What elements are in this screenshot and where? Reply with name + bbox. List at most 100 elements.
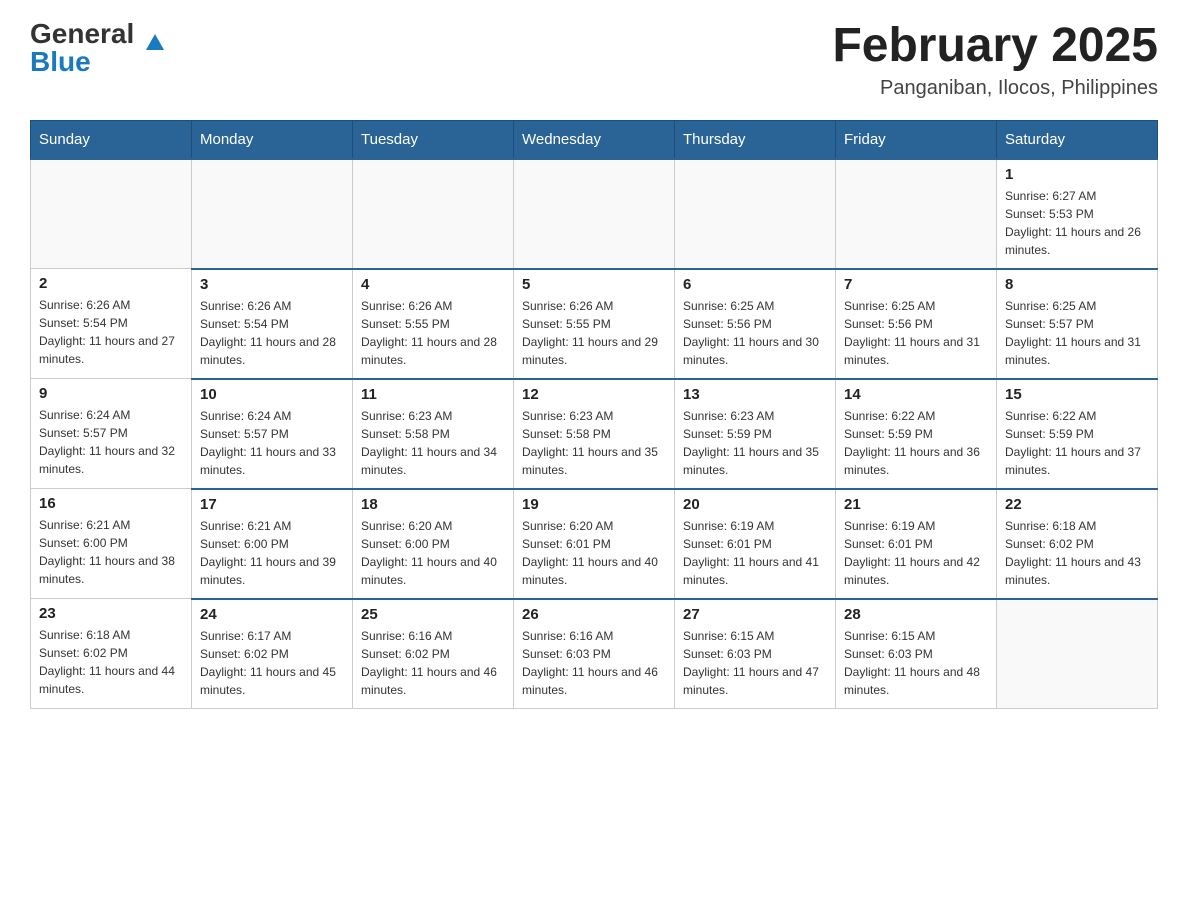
- day-info: Sunrise: 6:19 AMSunset: 6:01 PMDaylight:…: [683, 517, 827, 589]
- day-number: 13: [683, 386, 827, 403]
- day-number: 20: [683, 496, 827, 513]
- day-info: Sunrise: 6:25 AMSunset: 5:57 PMDaylight:…: [1005, 297, 1149, 369]
- day-number: 6: [683, 276, 827, 293]
- day-header-friday: Friday: [836, 120, 997, 159]
- calendar-cell: 25 Sunrise: 6:16 AMSunset: 6:02 PMDayligh…: [353, 599, 514, 709]
- day-info: Sunrise: 6:26 AMSunset: 5:54 PMDaylight:…: [39, 296, 183, 368]
- calendar-cell: [675, 159, 836, 269]
- calendar-cell: 9 Sunrise: 6:24 AMSunset: 5:57 PMDaylight…: [31, 379, 192, 489]
- day-info: Sunrise: 6:26 AMSunset: 5:55 PMDaylight:…: [522, 297, 666, 369]
- day-info: Sunrise: 6:27 AMSunset: 5:53 PMDaylight:…: [1005, 187, 1149, 259]
- calendar-cell: [31, 159, 192, 269]
- page-header: General Blue February 2025 Panganiban, I…: [30, 20, 1158, 100]
- calendar-cell: 13 Sunrise: 6:23 AMSunset: 5:59 PMDayligh…: [675, 379, 836, 489]
- logo: General Blue: [30, 20, 146, 76]
- day-number: 2: [39, 275, 183, 292]
- day-number: 15: [1005, 386, 1149, 403]
- day-number: 27: [683, 606, 827, 623]
- calendar-cell: 28 Sunrise: 6:15 AMSunset: 6:03 PMDayligh…: [836, 599, 997, 709]
- calendar-cell: 22 Sunrise: 6:18 AMSunset: 6:02 PMDayligh…: [997, 489, 1158, 599]
- day-info: Sunrise: 6:26 AMSunset: 5:54 PMDaylight:…: [200, 297, 344, 369]
- day-info: Sunrise: 6:21 AMSunset: 6:00 PMDaylight:…: [39, 516, 183, 588]
- day-info: Sunrise: 6:21 AMSunset: 6:00 PMDaylight:…: [200, 517, 344, 589]
- calendar-cell: [514, 159, 675, 269]
- calendar-cell: 2 Sunrise: 6:26 AMSunset: 5:54 PMDaylight…: [31, 269, 192, 379]
- day-info: Sunrise: 6:25 AMSunset: 5:56 PMDaylight:…: [844, 297, 988, 369]
- day-info: Sunrise: 6:23 AMSunset: 5:58 PMDaylight:…: [361, 407, 505, 479]
- month-title: February 2025: [832, 20, 1158, 73]
- day-number: 12: [522, 386, 666, 403]
- calendar-cell: 1 Sunrise: 6:27 AMSunset: 5:53 PMDaylight…: [997, 159, 1158, 269]
- day-info: Sunrise: 6:20 AMSunset: 6:01 PMDaylight:…: [522, 517, 666, 589]
- day-number: 7: [844, 276, 988, 293]
- day-number: 16: [39, 495, 183, 512]
- calendar-cell: 7 Sunrise: 6:25 AMSunset: 5:56 PMDaylight…: [836, 269, 997, 379]
- day-info: Sunrise: 6:19 AMSunset: 6:01 PMDaylight:…: [844, 517, 988, 589]
- calendar-cell: 27 Sunrise: 6:15 AMSunset: 6:03 PMDayligh…: [675, 599, 836, 709]
- logo-blue: Blue: [30, 48, 91, 76]
- day-number: 25: [361, 606, 505, 623]
- day-header-sunday: Sunday: [31, 120, 192, 159]
- day-number: 1: [1005, 166, 1149, 183]
- calendar-cell: 12Sunrise: 6:23 AMSunset: 5:58 PMDayligh…: [514, 379, 675, 489]
- day-info: Sunrise: 6:22 AMSunset: 5:59 PMDaylight:…: [1005, 407, 1149, 479]
- calendar-week-2: 2 Sunrise: 6:26 AMSunset: 5:54 PMDaylight…: [31, 269, 1158, 379]
- day-number: 18: [361, 496, 505, 513]
- calendar-cell: [192, 159, 353, 269]
- day-number: 23: [39, 605, 183, 622]
- day-number: 26: [522, 606, 666, 623]
- day-number: 9: [39, 385, 183, 402]
- title-block: February 2025 Panganiban, Ilocos, Philip…: [832, 20, 1158, 100]
- calendar-week-4: 16 Sunrise: 6:21 AMSunset: 6:00 PMDayligh…: [31, 489, 1158, 599]
- day-info: Sunrise: 6:16 AMSunset: 6:03 PMDaylight:…: [522, 627, 666, 699]
- day-header-tuesday: Tuesday: [353, 120, 514, 159]
- day-number: 22: [1005, 496, 1149, 513]
- day-info: Sunrise: 6:20 AMSunset: 6:00 PMDaylight:…: [361, 517, 505, 589]
- calendar-cell: 3 Sunrise: 6:26 AMSunset: 5:54 PMDaylight…: [192, 269, 353, 379]
- day-info: Sunrise: 6:26 AMSunset: 5:55 PMDaylight:…: [361, 297, 505, 369]
- calendar-cell: 17Sunrise: 6:21 AMSunset: 6:00 PMDayligh…: [192, 489, 353, 599]
- calendar-cell: [353, 159, 514, 269]
- calendar-cell: 19Sunrise: 6:20 AMSunset: 6:01 PMDayligh…: [514, 489, 675, 599]
- day-number: 5: [522, 276, 666, 293]
- calendar-cell: 23 Sunrise: 6:18 AMSunset: 6:02 PMDayligh…: [31, 599, 192, 709]
- day-info: Sunrise: 6:15 AMSunset: 6:03 PMDaylight:…: [844, 627, 988, 699]
- calendar-cell: [997, 599, 1158, 709]
- day-info: Sunrise: 6:25 AMSunset: 5:56 PMDaylight:…: [683, 297, 827, 369]
- calendar-cell: 15 Sunrise: 6:22 AMSunset: 5:59 PMDayligh…: [997, 379, 1158, 489]
- day-number: 8: [1005, 276, 1149, 293]
- calendar-cell: 14 Sunrise: 6:22 AMSunset: 5:59 PMDayligh…: [836, 379, 997, 489]
- calendar-cell: 6 Sunrise: 6:25 AMSunset: 5:56 PMDaylight…: [675, 269, 836, 379]
- day-info: Sunrise: 6:16 AMSunset: 6:02 PMDaylight:…: [361, 627, 505, 699]
- calendar-cell: 24Sunrise: 6:17 AMSunset: 6:02 PMDayligh…: [192, 599, 353, 709]
- day-info: Sunrise: 6:18 AMSunset: 6:02 PMDaylight:…: [39, 626, 183, 698]
- day-info: Sunrise: 6:15 AMSunset: 6:03 PMDaylight:…: [683, 627, 827, 699]
- calendar-week-1: 1 Sunrise: 6:27 AMSunset: 5:53 PMDaylight…: [31, 159, 1158, 269]
- day-info: Sunrise: 6:23 AMSunset: 5:59 PMDaylight:…: [683, 407, 827, 479]
- calendar-cell: 18 Sunrise: 6:20 AMSunset: 6:00 PMDayligh…: [353, 489, 514, 599]
- day-header-monday: Monday: [192, 120, 353, 159]
- calendar-cell: [836, 159, 997, 269]
- days-header-row: SundayMondayTuesdayWednesdayThursdayFrid…: [31, 120, 1158, 159]
- calendar-week-5: 23 Sunrise: 6:18 AMSunset: 6:02 PMDayligh…: [31, 599, 1158, 709]
- day-number: 28: [844, 606, 988, 623]
- day-info: Sunrise: 6:22 AMSunset: 5:59 PMDaylight:…: [844, 407, 988, 479]
- calendar-body: 1 Sunrise: 6:27 AMSunset: 5:53 PMDaylight…: [31, 159, 1158, 709]
- day-number: 24: [200, 606, 344, 623]
- day-info: Sunrise: 6:24 AMSunset: 5:57 PMDaylight:…: [39, 406, 183, 478]
- day-info: Sunrise: 6:24 AMSunset: 5:57 PMDaylight:…: [200, 407, 344, 479]
- day-info: Sunrise: 6:18 AMSunset: 6:02 PMDaylight:…: [1005, 517, 1149, 589]
- calendar-cell: 20 Sunrise: 6:19 AMSunset: 6:01 PMDayligh…: [675, 489, 836, 599]
- day-number: 11: [361, 386, 505, 403]
- logo-triangle-icon: [146, 34, 164, 50]
- day-number: 14: [844, 386, 988, 403]
- calendar-cell: 10 Sunrise: 6:24 AMSunset: 5:57 PMDayligh…: [192, 379, 353, 489]
- day-number: 3: [200, 276, 344, 293]
- day-header-thursday: Thursday: [675, 120, 836, 159]
- day-number: 10: [200, 386, 344, 403]
- calendar-cell: 16 Sunrise: 6:21 AMSunset: 6:00 PMDayligh…: [31, 489, 192, 599]
- day-header-wednesday: Wednesday: [514, 120, 675, 159]
- calendar-cell: 11 Sunrise: 6:23 AMSunset: 5:58 PMDayligh…: [353, 379, 514, 489]
- location: Panganiban, Ilocos, Philippines: [832, 77, 1158, 100]
- calendar-cell: 21Sunrise: 6:19 AMSunset: 6:01 PMDayligh…: [836, 489, 997, 599]
